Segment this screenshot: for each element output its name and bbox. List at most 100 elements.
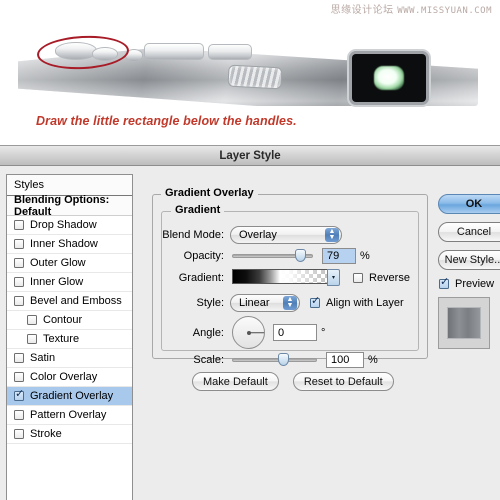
- tutorial-photo: 思缘设计论坛 WWW.MISSYUAN.COM Draw the little …: [0, 0, 500, 145]
- watermark-url: WWW.MISSYUAN.COM: [397, 6, 492, 16]
- dialog-titlebar[interactable]: Layer Style: [0, 146, 500, 166]
- align-with-layer-label: Align with Layer: [326, 297, 404, 309]
- effect-row[interactable]: Pattern Overlay: [7, 406, 132, 425]
- effect-checkbox[interactable]: [14, 258, 24, 268]
- dialog-title: Layer Style: [219, 149, 281, 162]
- blending-options-label: Blending Options: Default: [14, 193, 110, 218]
- styles-header-label: Styles: [14, 179, 44, 191]
- scale-value: 100: [331, 354, 350, 366]
- effect-label: Stroke: [30, 428, 62, 440]
- opacity-row: Opacity: 79 %: [161, 248, 421, 264]
- effect-checkbox[interactable]: [14, 372, 24, 382]
- effect-row[interactable]: Outer Glow: [7, 254, 132, 273]
- ok-label: OK: [465, 198, 483, 210]
- effect-label: Outer Glow: [30, 257, 86, 269]
- effect-row[interactable]: Inner Shadow: [7, 235, 132, 254]
- style-row: Style: Linear ▲▼ Align with Layer: [161, 294, 426, 312]
- align-with-layer-row[interactable]: Align with Layer: [310, 295, 404, 309]
- make-default-button[interactable]: Make Default: [192, 372, 279, 391]
- effect-row[interactable]: Satin: [7, 349, 132, 368]
- opacity-input[interactable]: 79: [322, 248, 356, 264]
- gradient-picker[interactable]: ▾: [232, 269, 340, 286]
- effect-label: Inner Shadow: [30, 238, 98, 250]
- reset-to-default-button[interactable]: Reset to Default: [292, 372, 394, 391]
- preview-checkbox-row[interactable]: Preview: [439, 276, 500, 290]
- effect-row[interactable]: Inner Glow: [7, 273, 132, 292]
- opacity-slider-knob[interactable]: [294, 249, 306, 262]
- effect-row[interactable]: Color Overlay: [7, 368, 132, 387]
- blend-mode-label: Blend Mode:: [162, 229, 224, 241]
- site-watermark: 思缘设计论坛 WWW.MISSYUAN.COM: [331, 1, 492, 16]
- cancel-label: Cancel: [456, 226, 492, 238]
- updown-arrows-icon: ▲ ▼: [283, 296, 297, 310]
- reverse-label: Reverse: [369, 271, 410, 284]
- dialog-action-buttons: OK Cancel New Style... Preview: [438, 194, 500, 349]
- styles-empty-space: [7, 444, 132, 500]
- effect-label: Gradient Overlay: [30, 390, 114, 402]
- effect-row[interactable]: Stroke: [7, 425, 132, 444]
- new-style-button[interactable]: New Style...: [438, 250, 500, 270]
- effect-checkbox[interactable]: [27, 315, 37, 325]
- effect-row[interactable]: Contour: [7, 311, 132, 330]
- effect-checkbox[interactable]: [14, 296, 24, 306]
- cancel-button[interactable]: Cancel: [438, 222, 500, 242]
- effect-checkbox[interactable]: [14, 277, 24, 287]
- gradient-subgroup-title: Gradient: [171, 204, 225, 216]
- scale-row: Scale: 100 %: [161, 352, 421, 368]
- effect-checkbox[interactable]: [14, 353, 24, 363]
- effect-checkbox[interactable]: [14, 429, 24, 439]
- angle-label: Angle:: [192, 326, 224, 339]
- layer-style-dialog: Layer Style Styles Blending Options: Def…: [0, 145, 500, 500]
- effect-label: Bevel and Emboss: [30, 295, 122, 307]
- angle-dial-control[interactable]: [232, 316, 265, 349]
- updown-arrows-icon: ▲ ▼: [325, 228, 339, 242]
- effect-checkbox[interactable]: [14, 220, 24, 230]
- camera-lens-housing: [352, 54, 426, 102]
- effect-label: Contour: [43, 314, 83, 326]
- watermark-cn: 思缘设计论坛: [330, 5, 394, 16]
- reset-to-default-label: Reset to Default: [303, 375, 383, 388]
- opacity-label: Opacity:: [183, 250, 224, 262]
- scale-slider[interactable]: [232, 353, 317, 366]
- style-label: Style:: [196, 297, 224, 309]
- effect-row[interactable]: Texture: [7, 330, 132, 349]
- blend-mode-select[interactable]: Overlay ▲ ▼: [230, 226, 342, 244]
- screenshot-root: 思缘设计论坛 WWW.MISSYUAN.COM Draw the little …: [0, 0, 500, 500]
- effect-label: Drop Shadow: [30, 219, 97, 231]
- effect-checkbox[interactable]: [14, 388, 24, 401]
- styles-listbox: Styles Blending Options: Default Drop Sh…: [6, 174, 133, 500]
- default-buttons-row: Make Default Reset to Default: [192, 372, 394, 391]
- scale-input[interactable]: 100: [326, 352, 364, 368]
- reverse-checkbox-row[interactable]: Reverse: [353, 272, 410, 284]
- opacity-slider[interactable]: [232, 249, 313, 262]
- effect-checkbox[interactable]: [14, 239, 24, 249]
- effect-checkbox[interactable]: [14, 410, 24, 420]
- style-select[interactable]: Linear ▲ ▼: [230, 294, 300, 312]
- gradient-label: Gradient:: [178, 271, 224, 284]
- gradient-dropdown-icon[interactable]: ▾: [327, 269, 340, 286]
- effects-list: Drop Shadow Inner Shadow Outer Glow Inner G…: [7, 216, 132, 444]
- angle-row: Angle: 0 °: [161, 316, 401, 349]
- camera-grip-detail: [227, 64, 283, 90]
- preview-checkbox[interactable]: [439, 276, 449, 289]
- angle-input[interactable]: 0: [273, 324, 317, 341]
- blending-options-row[interactable]: Blending Options: Default: [7, 193, 132, 218]
- align-with-layer-checkbox[interactable]: [310, 295, 320, 308]
- gradient-swatch[interactable]: [232, 269, 328, 284]
- camera-lens-glow: [374, 66, 404, 90]
- effect-row[interactable]: Bevel and Emboss: [7, 292, 132, 311]
- effect-row[interactable]: Drop Shadow: [7, 216, 132, 235]
- gradient-row: Gradient: ▾ Reverse: [161, 269, 421, 286]
- preview-thumbnail-frame: [438, 297, 490, 349]
- effect-checkbox[interactable]: [27, 334, 37, 344]
- effect-row[interactable]: Gradient Overlay: [7, 387, 132, 406]
- ok-button[interactable]: OK: [438, 194, 500, 214]
- reverse-checkbox[interactable]: [353, 272, 363, 283]
- scale-unit: %: [368, 354, 378, 366]
- dialog-body: Styles Blending Options: Default Drop Sh…: [0, 166, 500, 500]
- style-value: Linear: [239, 297, 270, 309]
- scale-slider-knob[interactable]: [278, 353, 289, 366]
- opacity-unit: %: [360, 250, 370, 262]
- gradient-overlay-group-title: Gradient Overlay: [161, 187, 258, 199]
- effect-label: Inner Glow: [30, 276, 84, 288]
